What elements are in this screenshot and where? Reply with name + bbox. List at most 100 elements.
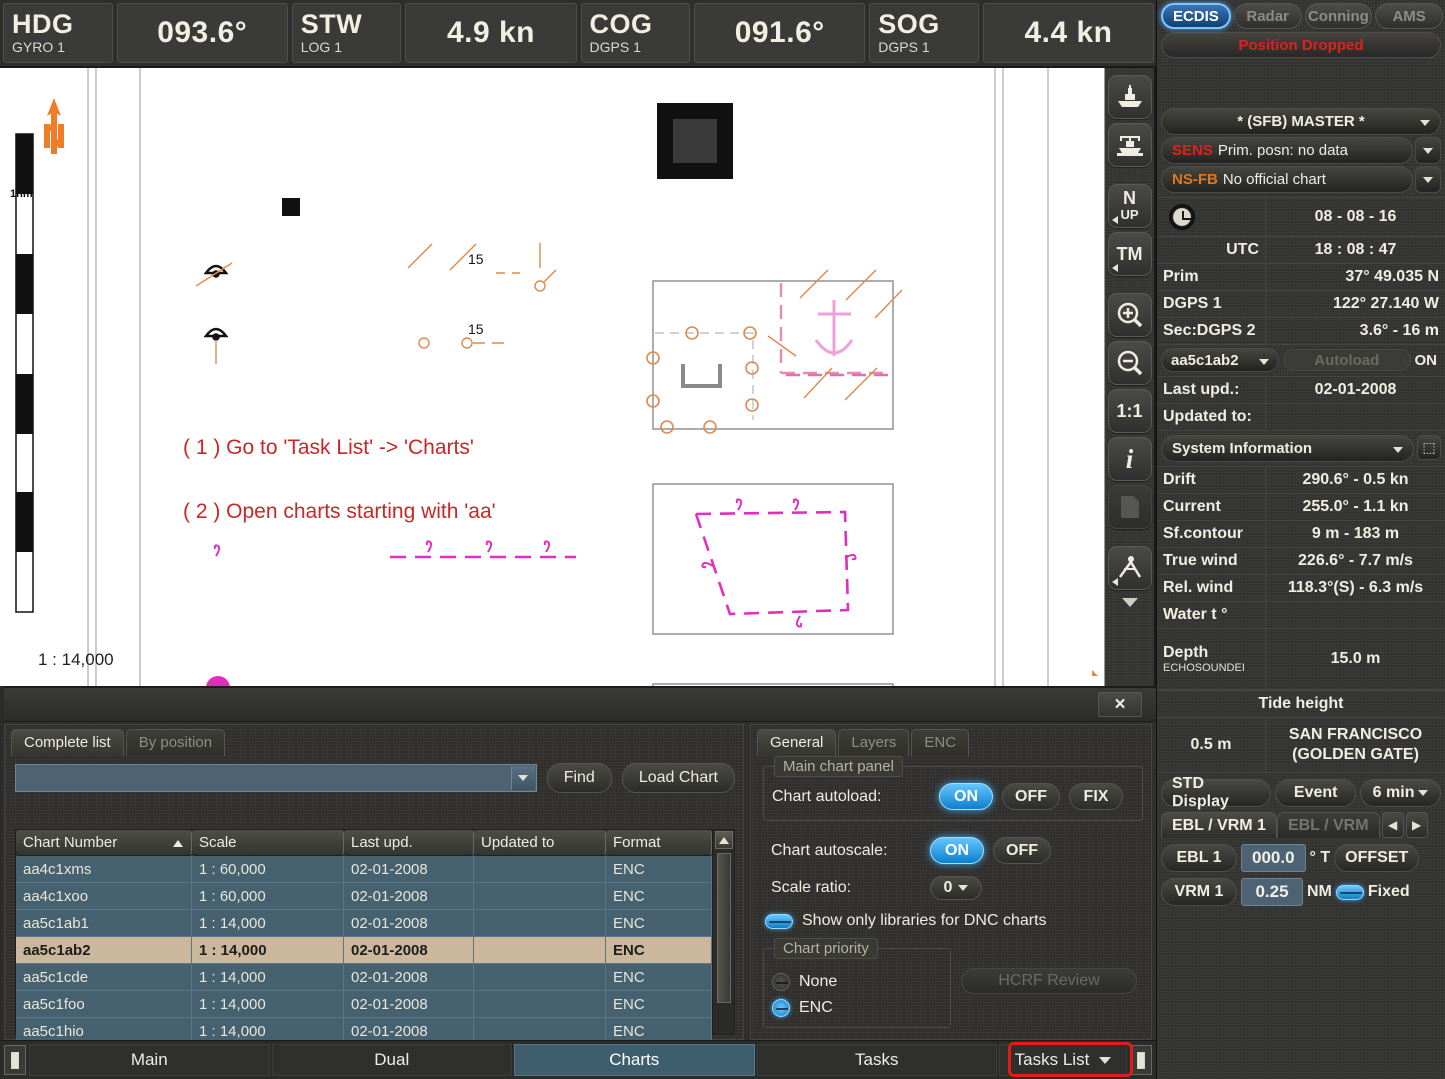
chart-autoload-off-button[interactable]: OFF xyxy=(1002,783,1060,810)
clock-icon-cell xyxy=(1157,198,1265,236)
magnifier-plus-glyph xyxy=(1117,302,1142,328)
info-icon[interactable]: i xyxy=(1107,437,1152,481)
scrollbar-thumb[interactable] xyxy=(716,853,731,1003)
measure-tool-icon[interactable] xyxy=(1107,546,1152,590)
chart-priority-none-row[interactable]: None xyxy=(772,973,942,991)
chart-update-grid: Last upd.: 02-01-2008 Updated to: xyxy=(1157,376,1445,431)
page-glyph xyxy=(1120,496,1139,518)
utc-label: UTC xyxy=(1226,241,1259,258)
display-buttons-row: STD Display Event 6 min xyxy=(1161,775,1441,810)
tab-enc[interactable]: ENC xyxy=(911,729,970,756)
table-scrollbar[interactable] xyxy=(713,829,735,1035)
tab-complete-list[interactable]: Complete list xyxy=(11,729,124,756)
find-button[interactable]: Find xyxy=(546,763,612,793)
sensor-status[interactable]: SENS Prim. posn: no data xyxy=(1161,137,1413,164)
table-row[interactable]: aa5c1ab1 1 : 14,000 02-01-2008 ENC xyxy=(16,910,712,937)
nav-tab-main[interactable]: Main xyxy=(29,1044,270,1076)
tasks-list-button[interactable]: Tasks List xyxy=(999,1044,1127,1076)
ebl-vrm-tab-row: EBL / VRM 1 EBL / VRM ◀ ▶ xyxy=(1161,812,1441,838)
tab-ebl-vrm-1[interactable]: EBL / VRM 1 xyxy=(1161,812,1277,838)
chart-autoload-on-button[interactable]: ON xyxy=(939,783,993,810)
north-up-orientation-button[interactable]: N UP xyxy=(1107,184,1152,228)
master-selector[interactable]: * (SFB) MASTER * xyxy=(1161,108,1441,135)
panel-toggle-right-icon[interactable] xyxy=(1130,1045,1152,1075)
chevron-left-icon xyxy=(1111,264,1118,272)
radio-none[interactable] xyxy=(772,973,790,991)
radio-enc[interactable] xyxy=(772,999,790,1017)
tab-conning[interactable]: Conning xyxy=(1304,3,1373,29)
scroll-up-icon[interactable] xyxy=(714,831,733,849)
chart-priority-enc-row[interactable]: ENC xyxy=(772,999,942,1017)
true-motion-button[interactable]: TM xyxy=(1107,232,1152,276)
chart-search-input[interactable] xyxy=(15,764,537,792)
nav-tab-tasks[interactable]: Tasks xyxy=(756,1044,997,1076)
ebl-value-field[interactable]: 000.0 xyxy=(1241,844,1306,872)
own-ship-icon[interactable] xyxy=(1107,75,1152,119)
popout-window-icon[interactable]: ⬚ xyxy=(1417,435,1441,460)
chevron-down-icon xyxy=(1259,359,1269,365)
toolbar-more-icon[interactable] xyxy=(1115,594,1145,610)
vrm-value-field[interactable]: 0.25 xyxy=(1241,878,1303,906)
stw-value: 4.9 kn xyxy=(446,16,536,49)
chart-status[interactable]: NS-FB No official chart xyxy=(1161,166,1413,193)
chart-autoscale-off-button[interactable]: OFF xyxy=(993,837,1051,864)
tab-ebl-vrm-2[interactable]: EBL / VRM xyxy=(1276,812,1380,838)
chevron-left-icon xyxy=(1111,578,1118,586)
cell-chart-number: aa5c1ab1 xyxy=(16,910,192,937)
cog-value-cell: 091.6° xyxy=(694,3,866,63)
table-row[interactable]: aa4c1xms 1 : 60,000 02-01-2008 ENC xyxy=(16,856,712,883)
sensor-status-dropdown[interactable] xyxy=(1415,137,1441,164)
ebl-vrm-prev-icon[interactable]: ◀ xyxy=(1381,812,1404,838)
time-row: UTC 18 : 08 : 47 xyxy=(1157,236,1445,263)
vrm-button[interactable]: VRM 1 xyxy=(1161,878,1237,906)
column-header-scale[interactable]: Scale xyxy=(192,830,344,856)
load-chart-button[interactable]: Load Chart xyxy=(621,763,735,793)
column-header-chart-number[interactable]: Chart Number xyxy=(16,830,192,856)
dnc-checkbox-row[interactable]: Show only libraries for DNC charts xyxy=(765,912,1151,930)
chevron-down-icon[interactable] xyxy=(510,766,535,790)
tab-general[interactable]: General xyxy=(757,729,837,756)
table-row[interactable]: aa4c1xoo 1 : 60,000 02-01-2008 ENC xyxy=(16,883,712,910)
nav-tab-dual[interactable]: Dual xyxy=(271,1044,512,1076)
position-time-grid: 08 - 08 - 16 UTC 18 : 08 : 47 Prim 37° 4… xyxy=(1157,197,1445,345)
std-display-button[interactable]: STD Display xyxy=(1161,775,1272,810)
chart-status-dropdown[interactable] xyxy=(1415,166,1441,193)
cell-format: ENC xyxy=(606,964,712,991)
panel-toggle-left-icon[interactable] xyxy=(4,1045,26,1075)
tab-layers[interactable]: Layers xyxy=(838,729,910,756)
table-row[interactable]: aa5c1foo 1 : 14,000 02-01-2008 ENC xyxy=(16,991,712,1018)
column-header-updated-to[interactable]: Updated to xyxy=(474,830,606,856)
chart-autoload-fix-button[interactable]: FIX xyxy=(1069,783,1123,810)
system-information-select[interactable]: System Information xyxy=(1161,435,1414,462)
ebl-vrm-next-icon[interactable]: ▶ xyxy=(1405,812,1428,838)
offset-button[interactable]: OFFSET xyxy=(1334,844,1420,872)
chart-settings-pane: General Layers ENC Main chart panel Char… xyxy=(750,724,1152,1040)
main-chart-panel-label: Main chart panel xyxy=(774,756,903,777)
chart-autoscale-on-button[interactable]: ON xyxy=(930,837,984,864)
close-icon[interactable]: × xyxy=(1098,692,1142,717)
tab-ams[interactable]: AMS xyxy=(1375,3,1443,29)
nav-tab-charts[interactable]: Charts xyxy=(514,1044,755,1076)
dnc-checkbox[interactable] xyxy=(765,913,793,929)
zoom-in-icon[interactable] xyxy=(1107,293,1152,337)
tab-by-position[interactable]: By position xyxy=(125,729,226,756)
active-chart-select[interactable]: aa5c1ab2 xyxy=(1161,348,1279,372)
table-row[interactable]: aa5c1cde 1 : 14,000 02-01-2008 ENC xyxy=(16,964,712,991)
ebl-button[interactable]: EBL 1 xyxy=(1161,844,1237,872)
tab-radar[interactable]: Radar xyxy=(1233,3,1302,29)
chart-search-row: Find Load Chart xyxy=(5,756,743,800)
scale-ratio-select[interactable]: 0 xyxy=(930,876,982,900)
vrm-fixed-toggle[interactable] xyxy=(1335,884,1364,900)
event-button[interactable]: Event xyxy=(1275,779,1357,807)
table-row-selected[interactable]: aa5c1ab2 1 : 14,000 02-01-2008 ENC xyxy=(16,937,712,964)
scale-one-to-one-button[interactable]: 1:1 xyxy=(1107,389,1152,433)
column-header-last-upd[interactable]: Last upd. xyxy=(344,830,474,856)
anchor-watch-icon[interactable] xyxy=(1107,123,1152,167)
column-header-format[interactable]: Format xyxy=(606,830,712,856)
tab-ecdis[interactable]: ECDIS xyxy=(1161,3,1231,29)
zoom-out-icon[interactable] xyxy=(1107,341,1152,385)
alarm-status-bar[interactable]: Position Dropped xyxy=(1161,32,1441,58)
chart-display-area[interactable]: 15 15 1nm 1: 14,000 (1) Go to 'Task L… xyxy=(0,68,1105,686)
interval-select[interactable]: 6 min xyxy=(1360,779,1441,807)
north-up-line2: UP xyxy=(1120,206,1139,222)
